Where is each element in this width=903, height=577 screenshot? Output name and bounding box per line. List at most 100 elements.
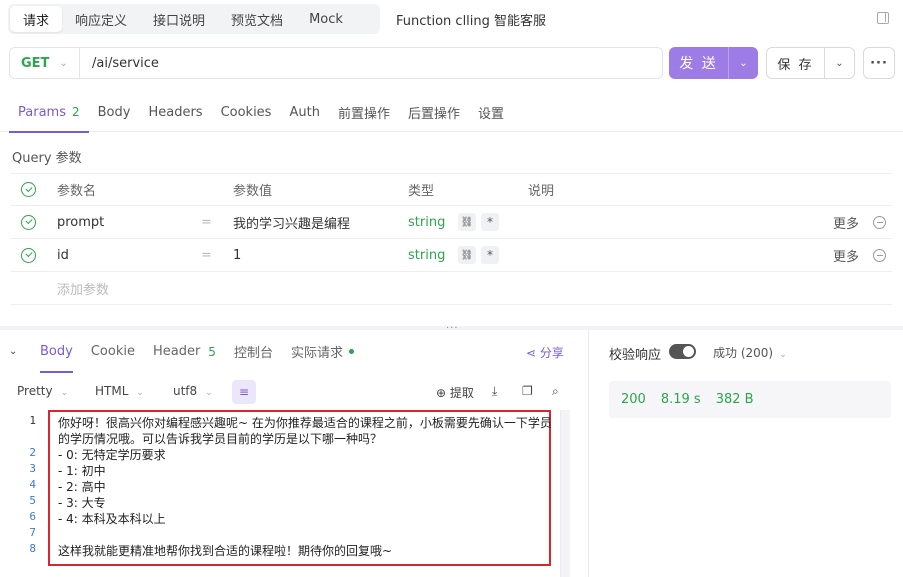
tab-auth[interactable]: Auth xyxy=(280,92,328,132)
remove-row-icon[interactable] xyxy=(873,215,886,229)
tab-post-ops[interactable]: 后置操作 xyxy=(399,92,469,132)
response-size: 382 B xyxy=(715,392,754,407)
select-all-checkbox[interactable] xyxy=(21,182,36,197)
word-wrap-icon[interactable]: ≡ xyxy=(232,380,256,404)
download-icon[interactable]: ⤓ xyxy=(492,384,497,399)
chevron-down-icon: ⌄ xyxy=(205,388,213,398)
response-stats: 200 8.19 s 382 B xyxy=(609,381,891,418)
tab-console[interactable]: 控制台 xyxy=(225,330,282,373)
status-code: 200 xyxy=(621,392,646,407)
status-dot-icon xyxy=(348,349,354,354)
send-button[interactable]: 发 送 ⌄ xyxy=(669,47,758,79)
code-line: - 2: 高中 xyxy=(58,480,106,494)
response-tabs: ⌄ Body Cookie Header 5 控制台 实际请求 xyxy=(0,330,589,373)
tab-response-definition[interactable]: 响应定义 xyxy=(62,6,140,32)
header-count-badge: 5 xyxy=(208,344,216,359)
tab-cookies[interactable]: Cookies xyxy=(212,92,281,132)
link-icon[interactable]: ⛓ xyxy=(458,246,476,264)
url-input[interactable] xyxy=(80,48,662,78)
tab-api-description[interactable]: 接口说明 xyxy=(140,6,218,32)
tab-body[interactable]: Body xyxy=(89,92,140,132)
status-select[interactable]: 成功 (200) ⌄ xyxy=(713,344,787,361)
param-value[interactable]: 我的学习兴趣是编程 xyxy=(233,213,350,232)
param-name[interactable]: id xyxy=(57,248,69,263)
verify-response-toggle[interactable] xyxy=(669,344,696,359)
param-enabled-checkbox[interactable] xyxy=(21,214,36,230)
equals-sign: = xyxy=(201,247,212,263)
param-name[interactable]: prompt xyxy=(57,215,104,230)
copy-icon[interactable]: ❐ xyxy=(522,384,533,398)
collapse-icon[interactable]: ⌄ xyxy=(9,346,31,357)
tab-resp-cookie[interactable]: Cookie xyxy=(82,330,144,373)
tab-mock[interactable]: Mock xyxy=(296,6,356,32)
param-enabled-checkbox[interactable] xyxy=(21,247,36,263)
method-select[interactable]: GET ⌄ xyxy=(10,48,80,78)
method-label: GET xyxy=(21,55,50,71)
url-bar: GET ⌄ xyxy=(9,47,663,79)
add-param-row: 添加参数 xyxy=(11,272,892,305)
save-button[interactable]: 保 存 ⌄ xyxy=(766,47,855,79)
params-table: 参数名 参数值 类型 说明 prompt = 我的学习兴趣是编程 string … xyxy=(11,173,892,305)
code-line: - 4: 本科及本科以上 xyxy=(58,512,166,526)
send-label: 发 送 xyxy=(679,56,718,72)
pretty-select[interactable]: Pretty ⌄ xyxy=(17,384,68,398)
response-meta-panel: 校验响应 成功 (200) ⌄ 200 8.19 s 382 B xyxy=(590,330,903,577)
response-time: 8.19 s xyxy=(660,392,701,407)
line-number: 8 xyxy=(29,542,36,555)
code-line: - 1: 初中 xyxy=(58,464,106,478)
search-icon[interactable]: ⌕ xyxy=(552,384,559,399)
line-number: 3 xyxy=(29,462,36,475)
more-link[interactable]: 更多 xyxy=(833,246,859,265)
tab-preview-doc[interactable]: 预览文档 xyxy=(218,6,296,32)
line-number: 5 xyxy=(29,494,36,507)
line-number: 4 xyxy=(29,478,36,491)
share-button[interactable]: ⋖ 分享 xyxy=(526,344,564,361)
required-marker[interactable]: * xyxy=(481,246,499,264)
link-icon[interactable]: ⛓ xyxy=(458,213,476,231)
response-panel: ⌄ Body Cookie Header 5 控制台 实际请求 ⋖ 分享 Pre… xyxy=(0,330,589,577)
tab-actual-request[interactable]: 实际请求 xyxy=(282,330,363,373)
code-line: - 3: 大专 xyxy=(58,496,106,510)
tab-headers[interactable]: Headers xyxy=(139,92,211,132)
verify-response-label: 校验响应 xyxy=(609,348,662,363)
response-body-editor[interactable]: 1 2 3 4 5 6 7 8 你好呀！很高兴你对编程感兴趣呢~ 在为你推荐最适… xyxy=(0,410,575,577)
add-param-input[interactable]: 添加参数 xyxy=(57,279,109,298)
param-type[interactable]: string xyxy=(408,248,445,263)
code-line: 你好呀！很高兴你对编程感兴趣呢~ 在为你推荐最适合的课程之前，小板需要先确认一下… xyxy=(58,416,552,430)
share-icon: ⋖ xyxy=(526,346,537,360)
code-line: 的学历情况哦。可以告诉我学员目前的学历是以下哪一种吗？ xyxy=(58,432,383,446)
tab-request[interactable]: 请求 xyxy=(10,6,63,32)
required-marker[interactable]: * xyxy=(481,213,499,231)
header-desc: 说明 xyxy=(528,184,555,199)
api-title: Function clling 智能客服 xyxy=(396,14,547,29)
tab-params-label: Params xyxy=(18,104,66,120)
remove-row-icon[interactable] xyxy=(873,248,886,262)
tab-resp-header-label: Header xyxy=(152,344,201,359)
tab-params[interactable]: Params 2 xyxy=(9,92,89,133)
encoding-select[interactable]: utf8 ⌄ xyxy=(173,384,213,398)
header-type: 类型 xyxy=(408,184,435,199)
line-number: 6 xyxy=(29,510,36,523)
param-value[interactable]: 1 xyxy=(233,248,241,263)
tab-pre-ops[interactable]: 前置操作 xyxy=(329,92,399,132)
tab-settings[interactable]: 设置 xyxy=(469,92,513,132)
panel-layout-icon[interactable] xyxy=(877,12,889,24)
share-label: 分享 xyxy=(539,346,564,360)
table-row: prompt = 我的学习兴趣是编程 string ⛓ * 更多 xyxy=(11,206,892,239)
chevron-down-icon[interactable]: ⌄ xyxy=(728,47,758,79)
tab-resp-body[interactable]: Body xyxy=(31,330,82,373)
lang-select[interactable]: HTML ⌄ xyxy=(95,384,144,398)
chevron-down-icon: ⌄ xyxy=(136,388,144,398)
tab-resp-header[interactable]: Header 5 xyxy=(144,330,225,373)
more-options-button[interactable]: ··· xyxy=(863,47,895,79)
highlighted-response-text: 你好呀！很高兴你对编程感兴趣呢~ 在为你推荐最适合的课程之前，小板需要先确认一下… xyxy=(48,410,552,566)
extract-button[interactable]: ⊕ 提取 xyxy=(436,384,474,401)
pretty-label: Pretty xyxy=(17,384,53,398)
more-link[interactable]: 更多 xyxy=(833,213,859,232)
query-params-title: Query 参数 xyxy=(12,151,82,166)
line-number: 7 xyxy=(29,526,36,539)
chevron-down-icon[interactable]: ⌄ xyxy=(824,48,854,78)
vertical-scrollbar[interactable] xyxy=(560,410,570,577)
tab-actual-request-label: 实际请求 xyxy=(290,346,343,361)
param-type[interactable]: string xyxy=(408,215,445,230)
